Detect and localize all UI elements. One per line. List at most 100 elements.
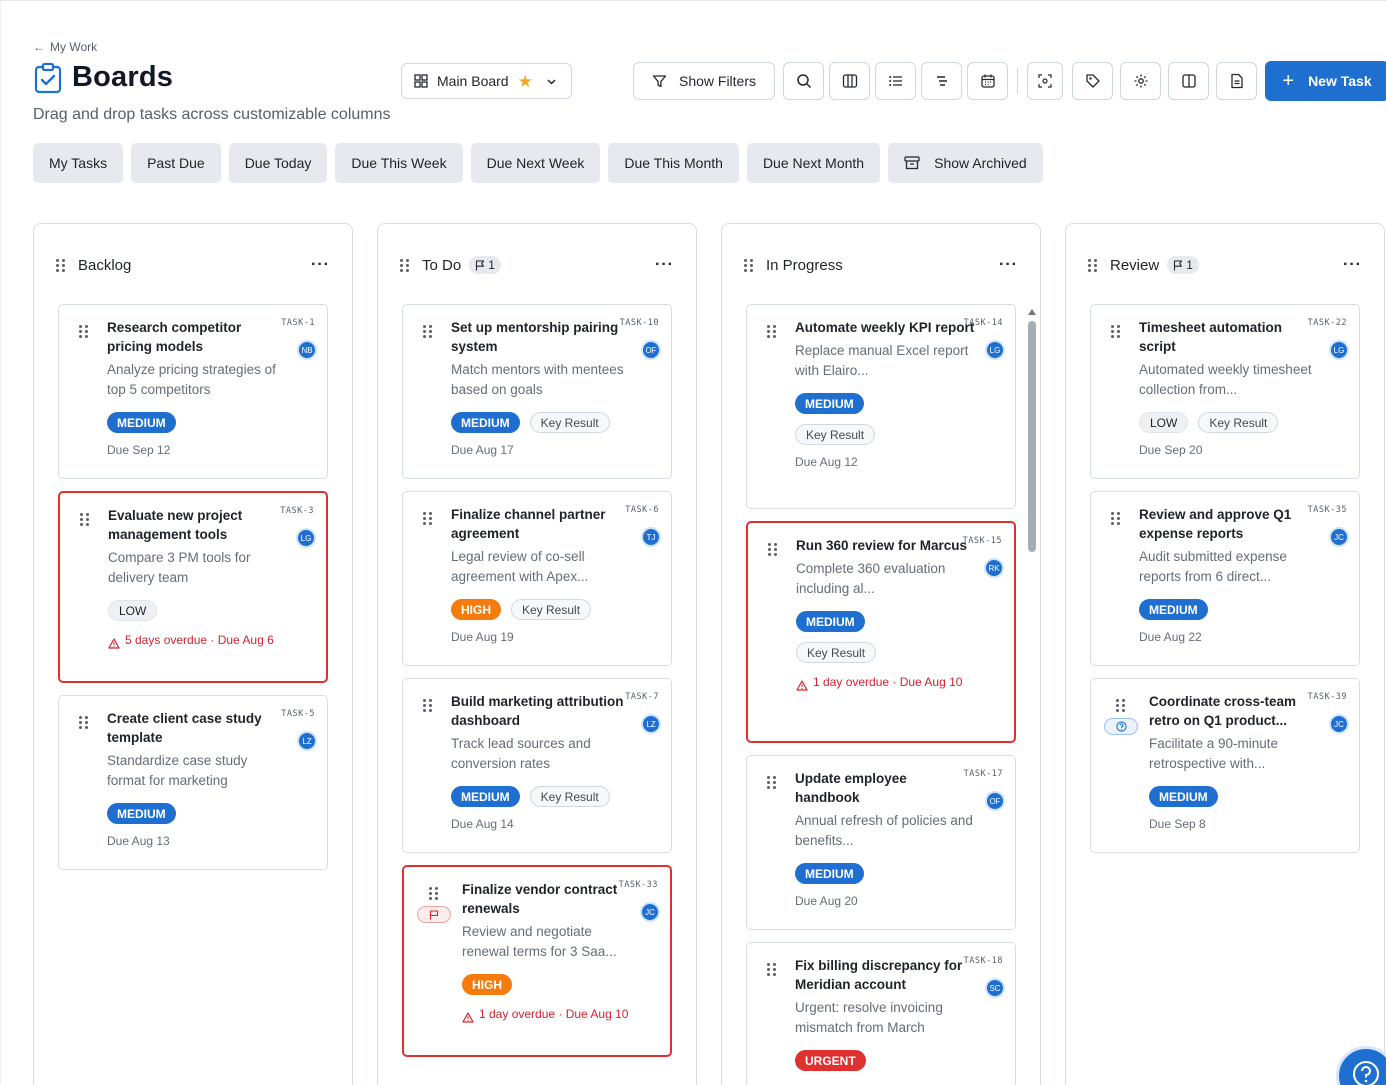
key-result-tag[interactable]: Key Result: [1198, 412, 1279, 433]
filter-due-next-week[interactable]: Due Next Week: [470, 143, 601, 183]
scrollbar-thumb[interactable]: [1028, 321, 1036, 552]
task-card[interactable]: TASK-18 SC Fix billing discrepancy for M…: [746, 942, 1016, 1085]
board-view-button[interactable]: [829, 62, 870, 100]
avatar[interactable]: RK: [984, 558, 1004, 578]
key-result-tag[interactable]: Key Result: [529, 786, 610, 807]
timeline-view-button[interactable]: [921, 62, 962, 100]
task-card[interactable]: TASK-22 LG Timesheet automation script A…: [1090, 304, 1360, 479]
task-title: Finalize channel partner agreement: [451, 507, 606, 541]
task-card[interactable]: TASK-3 LG Evaluate new project managemen…: [58, 491, 328, 683]
board-selector[interactable]: Main Board ★: [401, 63, 572, 99]
avatar[interactable]: OF: [985, 791, 1005, 811]
drag-handle-icon[interactable]: [1111, 325, 1121, 338]
more-icon[interactable]: ···: [1343, 257, 1362, 273]
due-date: Due Aug 13: [107, 834, 170, 848]
layout-button[interactable]: [1168, 62, 1209, 100]
task-card[interactable]: TASK-1 NB Research competitor pricing mo…: [58, 304, 328, 479]
due-date: Due Sep 8: [1149, 817, 1206, 831]
drag-handle-icon[interactable]: [768, 543, 778, 556]
breadcrumb[interactable]: ← My Work: [33, 40, 97, 54]
task-card[interactable]: TASK-6 TJ Finalize channel partner agree…: [402, 491, 672, 666]
scroll-up-icon[interactable]: [1028, 309, 1036, 315]
filter-label: Due This Week: [351, 155, 447, 171]
more-icon[interactable]: ···: [655, 257, 674, 273]
avatar[interactable]: NB: [297, 340, 317, 360]
avatar[interactable]: LZ: [641, 714, 661, 734]
filter-due-this-week[interactable]: Due This Week: [335, 143, 463, 183]
task-id: TASK-35: [1307, 505, 1347, 515]
avatar[interactable]: JC: [1329, 714, 1349, 734]
drag-handle-icon[interactable]: [767, 963, 777, 976]
avatar[interactable]: LG: [296, 528, 316, 548]
task-card[interactable]: TASK-14 LG Automate weekly KPI report Re…: [746, 304, 1016, 509]
focus-button[interactable]: [1027, 62, 1063, 100]
flagged-indicator[interactable]: [417, 906, 451, 923]
more-icon[interactable]: ···: [999, 257, 1018, 273]
drag-handle-icon[interactable]: [744, 258, 754, 272]
board-name: Main Board: [437, 73, 509, 89]
tags-button[interactable]: [1072, 62, 1113, 100]
filter-my-tasks[interactable]: My Tasks: [33, 143, 124, 183]
drag-handle-icon[interactable]: [423, 325, 433, 338]
column-scrollbar[interactable]: [1027, 309, 1037, 1085]
drag-handle-icon[interactable]: [56, 258, 66, 272]
star-icon[interactable]: ★: [518, 73, 533, 90]
drag-handle-icon[interactable]: [80, 513, 90, 526]
avatar[interactable]: TJ: [641, 527, 661, 547]
task-card[interactable]: TASK-15 RK Run 360 review for Marcus Com…: [746, 521, 1016, 743]
settings-button[interactable]: [1120, 62, 1161, 100]
avatar[interactable]: OF: [641, 340, 661, 360]
column-backlog: Backlog ··· TASK-1 NB Research competito…: [33, 223, 353, 1085]
show-filters-button[interactable]: Show Filters: [633, 62, 775, 100]
avatar[interactable]: LG: [985, 340, 1005, 360]
drag-handle-icon[interactable]: [767, 325, 777, 338]
filter-due-today[interactable]: Due Today: [228, 143, 328, 183]
tag-icon: [1085, 74, 1100, 88]
drag-handle-icon[interactable]: [423, 512, 433, 525]
task-description: Audit submitted expense reports from 6 d…: [1139, 549, 1287, 584]
task-card[interactable]: TASK-35 JC Review and approve Q1 expense…: [1090, 491, 1360, 666]
key-result-tag[interactable]: Key Result: [795, 424, 876, 445]
task-card[interactable]: TASK-7 LZ Build marketing attribution da…: [402, 678, 672, 853]
task-title: Evaluate new project management tools: [108, 508, 243, 542]
task-card[interactable]: TASK-17 OF Update employee handbook Annu…: [746, 755, 1016, 930]
drag-handle-icon[interactable]: [1116, 699, 1126, 712]
list-view-button[interactable]: [875, 62, 916, 100]
drag-handle-icon[interactable]: [429, 887, 439, 900]
drag-handle-icon[interactable]: [79, 325, 89, 338]
avatar[interactable]: LZ: [297, 731, 317, 751]
drag-handle-icon[interactable]: [1088, 258, 1098, 272]
task-card[interactable]: TASK-5 LZ Create client case study templ…: [58, 695, 328, 870]
priority-badge: MEDIUM: [107, 412, 176, 433]
key-result-tag[interactable]: Key Result: [796, 642, 877, 663]
filter-due-this-month[interactable]: Due This Month: [608, 143, 739, 183]
calendar-view-button[interactable]: [967, 62, 1008, 100]
more-icon[interactable]: ···: [311, 257, 330, 273]
filter-past-due[interactable]: Past Due: [131, 143, 221, 183]
drag-handle-icon[interactable]: [400, 258, 410, 272]
document-button[interactable]: [1216, 62, 1257, 100]
key-result-tag[interactable]: Key Result: [511, 599, 592, 620]
task-card[interactable]: TASK-10 OF Set up mentorship pairing sys…: [402, 304, 672, 479]
filter-due-next-month[interactable]: Due Next Month: [746, 143, 881, 183]
task-description: Urgent: resolve invoicing mismatch from …: [795, 1000, 943, 1035]
drag-handle-icon[interactable]: [79, 716, 89, 729]
drag-handle-icon[interactable]: [1111, 512, 1121, 525]
new-task-button[interactable]: + New Task: [1265, 61, 1386, 101]
search-button[interactable]: [783, 62, 824, 100]
due-date: Due Aug 19: [451, 630, 514, 644]
drag-handle-icon[interactable]: [767, 776, 777, 789]
task-card[interactable]: TASK-39 JC Coordinate cross-team retro o…: [1090, 678, 1360, 853]
overdue-indicator: 1 day overdue · Due Aug 10: [796, 675, 974, 691]
avatar[interactable]: JC: [1329, 527, 1349, 547]
priority-badge: MEDIUM: [796, 611, 865, 632]
key-result-tag[interactable]: Key Result: [529, 412, 610, 433]
task-card[interactable]: TASK-33 JC Finalize vendor contract rene…: [402, 865, 672, 1057]
task-title: Update employee handbook: [795, 771, 907, 805]
filter-show-archived[interactable]: Show Archived: [888, 143, 1043, 183]
avatar[interactable]: LG: [1329, 340, 1349, 360]
question-indicator[interactable]: [1104, 718, 1138, 735]
avatar[interactable]: SC: [985, 978, 1005, 998]
avatar[interactable]: JC: [640, 902, 660, 922]
drag-handle-icon[interactable]: [423, 699, 433, 712]
